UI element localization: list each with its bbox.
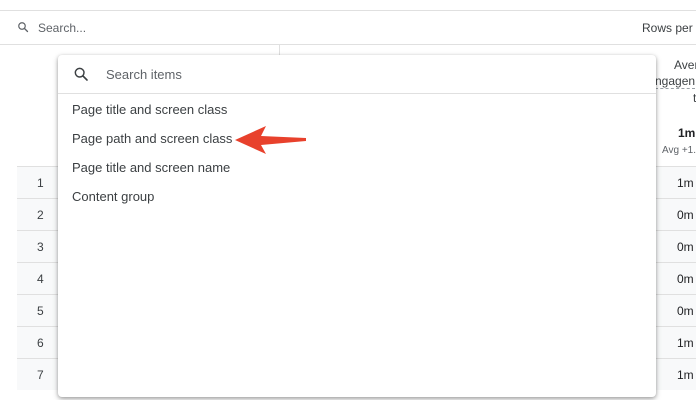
menu-item-content-group[interactable]: Content group (72, 189, 154, 204)
row-index: 7 (37, 368, 44, 382)
row-value: 0m (677, 208, 694, 222)
metric-total-value: 1m (678, 126, 696, 140)
menu-item-page-title-screen-class[interactable]: Page title and screen class (72, 102, 227, 117)
left-arrow-icon (235, 126, 306, 154)
row-index: 1 (37, 176, 44, 190)
row-index: 4 (37, 272, 44, 286)
metric-header-line1: Aver (674, 58, 696, 72)
metric-avg-label: Avg +1... (662, 145, 696, 156)
metric-header-line2: ngagen (655, 74, 696, 89)
row-value: 1m (677, 368, 694, 382)
metric-column-header[interactable]: Aver ngagen t 1m Avg +1... (650, 45, 696, 167)
row-value: 0m (677, 304, 694, 318)
row-index: 2 (37, 208, 44, 222)
row-index: 3 (37, 240, 44, 254)
dimension-dropdown-menu: Page title and screen class Page path an… (58, 55, 656, 397)
dropdown-search-row (58, 55, 656, 94)
dropdown-search-input[interactable] (106, 64, 626, 84)
table-toolbar: Search... Rows per p (0, 10, 696, 45)
row-value: 0m (677, 240, 694, 254)
row-index: 6 (37, 336, 44, 350)
search-icon (74, 67, 88, 81)
rows-per-page-label: Rows per p (642, 21, 696, 35)
row-value: 0m (677, 272, 694, 286)
row-index: 5 (37, 304, 44, 318)
row-value: 1m (677, 336, 694, 350)
search-icon[interactable] (17, 21, 29, 33)
row-value: 1m (677, 176, 694, 190)
table-search-input[interactable]: Search... (38, 21, 86, 35)
menu-item-page-path-screen-class[interactable]: Page path and screen class (72, 131, 232, 146)
menu-item-page-title-screen-name[interactable]: Page title and screen name (72, 160, 230, 175)
